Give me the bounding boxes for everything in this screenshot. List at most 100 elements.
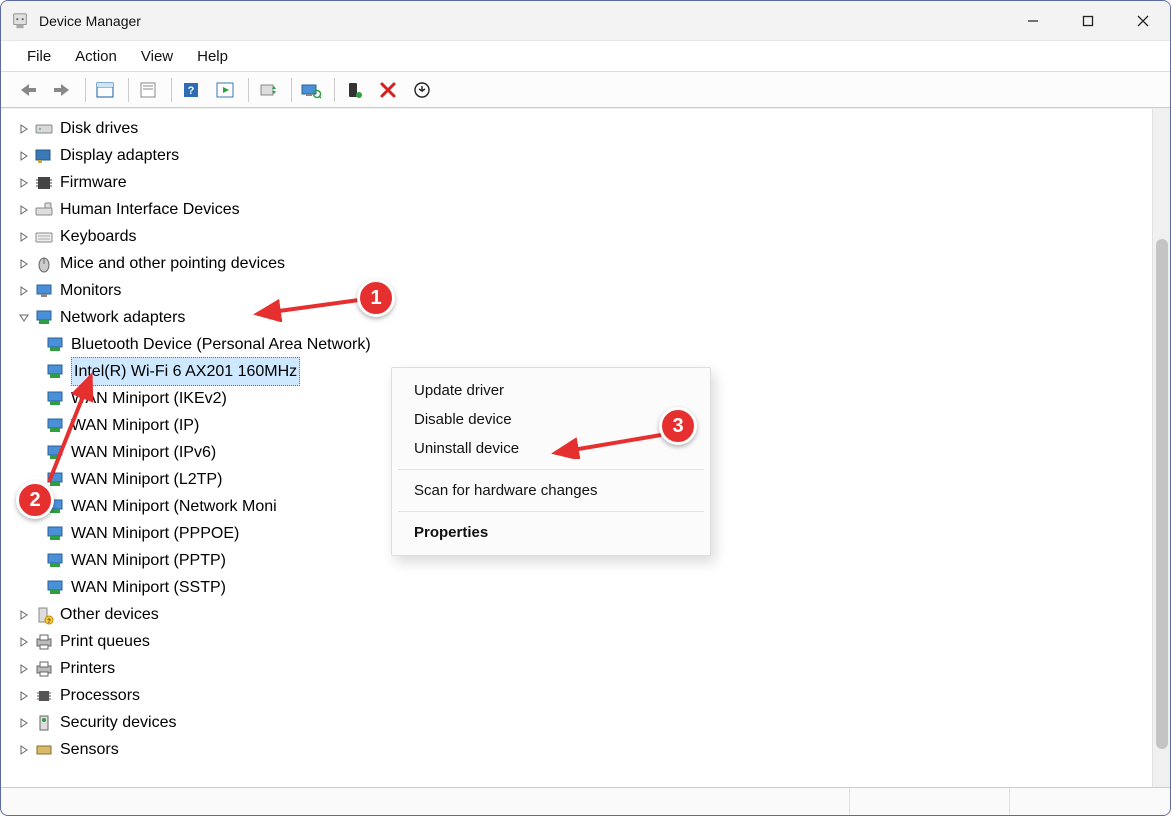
- annotation-marker-1: 1: [357, 279, 395, 317]
- caret-right-icon[interactable]: [17, 716, 31, 730]
- tree-label: Human Interface Devices: [60, 196, 240, 223]
- show-hide-tree-button[interactable]: [90, 76, 120, 104]
- back-button[interactable]: [13, 76, 43, 104]
- device-manager-window: Device Manager File Action View Help ?: [0, 0, 1171, 816]
- firmware-icon: [34, 173, 54, 193]
- tree-label: WAN Miniport (SSTP): [71, 574, 226, 601]
- help-button[interactable]: ?: [176, 76, 206, 104]
- properties-button[interactable]: [133, 76, 163, 104]
- tree-node-mice[interactable]: Mice and other pointing devices: [17, 250, 1152, 277]
- tree-node-print-queues[interactable]: Print queues: [17, 628, 1152, 655]
- caret-right-icon[interactable]: [17, 689, 31, 703]
- network-adapter-icon: [45, 551, 65, 571]
- window-controls: [1005, 1, 1170, 40]
- tree-label: Intel(R) Wi-Fi 6 AX201 160MHz: [74, 363, 297, 380]
- menu-view[interactable]: View: [129, 44, 185, 69]
- tree-node-printers[interactable]: Printers: [17, 655, 1152, 682]
- disable-device-button[interactable]: [373, 76, 403, 104]
- ctx-separator: [398, 469, 704, 470]
- tree-label: Other devices: [60, 601, 159, 628]
- printer-icon: [34, 659, 54, 679]
- tree-label: Display adapters: [60, 142, 179, 169]
- tree-node-monitors[interactable]: Monitors: [17, 277, 1152, 304]
- menu-file[interactable]: File: [15, 44, 63, 69]
- ctx-separator: [398, 511, 704, 512]
- network-adapter-icon: [45, 578, 65, 598]
- tree-node-network-adapters[interactable]: Network adapters: [17, 304, 1152, 331]
- tree-label: Printers: [60, 655, 115, 682]
- caret-down-icon[interactable]: [17, 311, 31, 325]
- tree-node-keyboards[interactable]: Keyboards: [17, 223, 1152, 250]
- scan-hardware-button[interactable]: [296, 76, 326, 104]
- ctx-scan-hardware[interactable]: Scan for hardware changes: [392, 476, 710, 505]
- scrollbar-thumb[interactable]: [1156, 239, 1168, 749]
- caret-right-icon[interactable]: [17, 608, 31, 622]
- content-area: Disk drives Display adapters Firmware Hu…: [1, 108, 1170, 787]
- hid-icon: [34, 200, 54, 220]
- tree-node-security-devices[interactable]: Security devices: [17, 709, 1152, 736]
- caret-right-icon[interactable]: [17, 662, 31, 676]
- selected-device: Intel(R) Wi-Fi 6 AX201 160MHz: [71, 357, 300, 386]
- network-adapter-icon: [45, 335, 65, 355]
- minimize-button[interactable]: [1005, 1, 1060, 40]
- tree-label: WAN Miniport (PPPOE): [71, 520, 239, 547]
- annotation-marker-3: 3: [659, 407, 697, 445]
- caret-right-icon[interactable]: [17, 122, 31, 136]
- caret-right-icon[interactable]: [17, 176, 31, 190]
- tree-node-firmware[interactable]: Firmware: [17, 169, 1152, 196]
- sensor-icon: [34, 740, 54, 760]
- tree-node-hid[interactable]: Human Interface Devices: [17, 196, 1152, 223]
- tree-node-processors[interactable]: Processors: [17, 682, 1152, 709]
- tree-label: Network adapters: [60, 304, 185, 331]
- window-title: Device Manager: [39, 13, 1005, 29]
- maximize-button[interactable]: [1060, 1, 1115, 40]
- ctx-update-driver[interactable]: Update driver: [392, 376, 710, 405]
- toolbar: ?: [1, 72, 1170, 108]
- network-adapter-icon: [45, 524, 65, 544]
- tree-label: Mice and other pointing devices: [60, 250, 285, 277]
- tree-node-display-adapters[interactable]: Display adapters: [17, 142, 1152, 169]
- caret-right-icon[interactable]: [17, 284, 31, 298]
- titlebar: Device Manager: [1, 1, 1170, 41]
- caret-right-icon[interactable]: [17, 203, 31, 217]
- tree-label: Processors: [60, 682, 140, 709]
- annotation-marker-2: 2: [16, 481, 54, 519]
- svg-text:?: ?: [188, 85, 195, 97]
- ctx-properties[interactable]: Properties: [392, 518, 710, 547]
- enable-device-button[interactable]: [339, 76, 369, 104]
- tree-node-device[interactable]: Bluetooth Device (Personal Area Network): [45, 331, 1152, 358]
- tree-node-device[interactable]: WAN Miniport (SSTP): [45, 574, 1152, 601]
- caret-right-icon[interactable]: [17, 743, 31, 757]
- security-device-icon: [34, 713, 54, 733]
- context-menu: Update driver Disable device Uninstall d…: [391, 367, 711, 556]
- other-devices-icon: ?: [34, 605, 54, 625]
- close-button[interactable]: [1115, 1, 1170, 40]
- action-button[interactable]: [210, 76, 240, 104]
- forward-button[interactable]: [47, 76, 77, 104]
- tree-label: Monitors: [60, 277, 121, 304]
- caret-right-icon[interactable]: [17, 230, 31, 244]
- tree-label: WAN Miniport (Network Moni: [71, 493, 277, 520]
- tree-node-sensors[interactable]: Sensors: [17, 736, 1152, 763]
- caret-right-icon[interactable]: [17, 635, 31, 649]
- app-icon: [11, 12, 29, 30]
- tree-label: Print queues: [60, 628, 150, 655]
- svg-text:?: ?: [47, 619, 51, 625]
- caret-right-icon[interactable]: [17, 149, 31, 163]
- tree-label: WAN Miniport (PPTP): [71, 547, 226, 574]
- disk-drive-icon: [34, 119, 54, 139]
- tree-node-other-devices[interactable]: ? Other devices: [17, 601, 1152, 628]
- menu-action[interactable]: Action: [63, 44, 129, 69]
- caret-right-icon[interactable]: [17, 257, 31, 271]
- annotation-arrow-1: [251, 292, 361, 322]
- tree-label: Sensors: [60, 736, 119, 763]
- tree-node-disk-drives[interactable]: Disk drives: [17, 115, 1152, 142]
- menu-help[interactable]: Help: [185, 44, 240, 69]
- tree-label: Security devices: [60, 709, 177, 736]
- annotation-arrow-3: [549, 429, 669, 459]
- update-driver-button[interactable]: [253, 76, 283, 104]
- annotation-arrow-2: [43, 370, 103, 490]
- uninstall-device-button[interactable]: [407, 76, 437, 104]
- tree-label: Disk drives: [60, 115, 138, 142]
- vertical-scrollbar[interactable]: [1152, 109, 1170, 787]
